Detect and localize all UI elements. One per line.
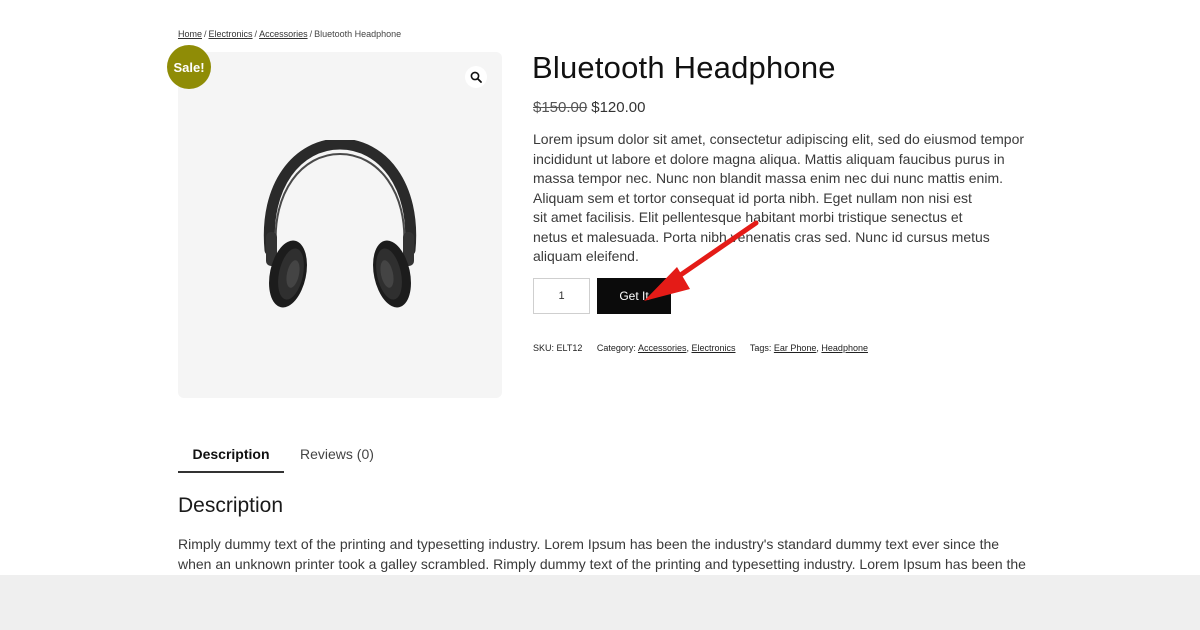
sku-label: SKU: <box>533 343 555 353</box>
category-link-electronics[interactable]: Electronics <box>691 343 735 353</box>
breadcrumb: Home / Electronics / Accessories / Bluetooth H… <box>178 29 401 39</box>
footer-bar <box>0 575 1200 630</box>
breadcrumb-current: Bluetooth Headphone <box>314 29 402 39</box>
description-line: when an unknown printer took a galley sc… <box>178 555 1026 572</box>
breadcrumb-link-accessories[interactable]: Accessories <box>259 29 308 39</box>
breadcrumb-separator: / <box>254 29 258 39</box>
short-description-line: Aliquam sem et tortor consequat id porta… <box>533 189 972 206</box>
sale-price: $120.00 <box>591 99 646 116</box>
product-title: Bluetooth Headphone <box>532 50 836 85</box>
description-heading: Description <box>178 494 284 517</box>
description-body: Rimply dummy text of the printing and ty… <box>178 535 1038 574</box>
price: $150.00 $120.00 <box>533 99 645 116</box>
breadcrumb-link-home[interactable]: Home <box>178 29 202 39</box>
tab-description[interactable]: Description <box>178 442 284 473</box>
sku-value: ELT12 <box>556 343 583 353</box>
category-label: Category: <box>596 343 636 353</box>
short-description-line: incididunt ut labore et dolore magna ali… <box>533 150 1005 167</box>
category-link-accessories[interactable]: Accessories <box>638 343 687 353</box>
annotation-arrow-icon <box>644 220 759 301</box>
breadcrumb-separator: / <box>309 29 313 39</box>
sale-badge: Sale! <box>167 45 211 89</box>
magnifier-icon[interactable] <box>465 66 487 88</box>
short-description-line: netus et malesuada. Porta nibh venenatis… <box>533 228 990 245</box>
tags-label: Tags: <box>749 343 772 353</box>
tags-group: Tags: Ear Phone, Headphone <box>749 343 868 353</box>
headphones-image[interactable] <box>258 140 422 312</box>
description-line: Rimply dummy text of the printing and ty… <box>178 536 1000 552</box>
short-description-line: massa tempor nec. Nunc non blandit massa… <box>533 170 1004 186</box>
tag-link-headphone[interactable]: Headphone <box>821 343 868 353</box>
breadcrumb-separator: / <box>204 29 207 39</box>
short-description-line: aliquam eleifend. <box>533 248 639 264</box>
quantity-input[interactable] <box>533 278 590 314</box>
short-description-line: sit amet facilisis. Elit pellentesque ha… <box>533 209 963 225</box>
sku-group: SKU: ELT12 <box>533 343 582 353</box>
original-price: $150.00 <box>533 99 588 116</box>
category-group: Category: Accessories, Electronics <box>596 343 736 353</box>
breadcrumb-link-electronics[interactable]: Electronics <box>209 29 253 39</box>
tag-link-ear-phone[interactable]: Ear Phone <box>774 343 817 353</box>
short-description-line: Lorem ipsum dolor sit amet, consectetur … <box>533 131 1025 147</box>
product-meta: SKU: ELT12 Category: Accessories, Electr… <box>533 343 880 353</box>
tab-reviews[interactable]: Reviews (0) <box>300 442 374 473</box>
short-description: Lorem ipsum dolor sit amet, consectetur … <box>533 130 1033 267</box>
